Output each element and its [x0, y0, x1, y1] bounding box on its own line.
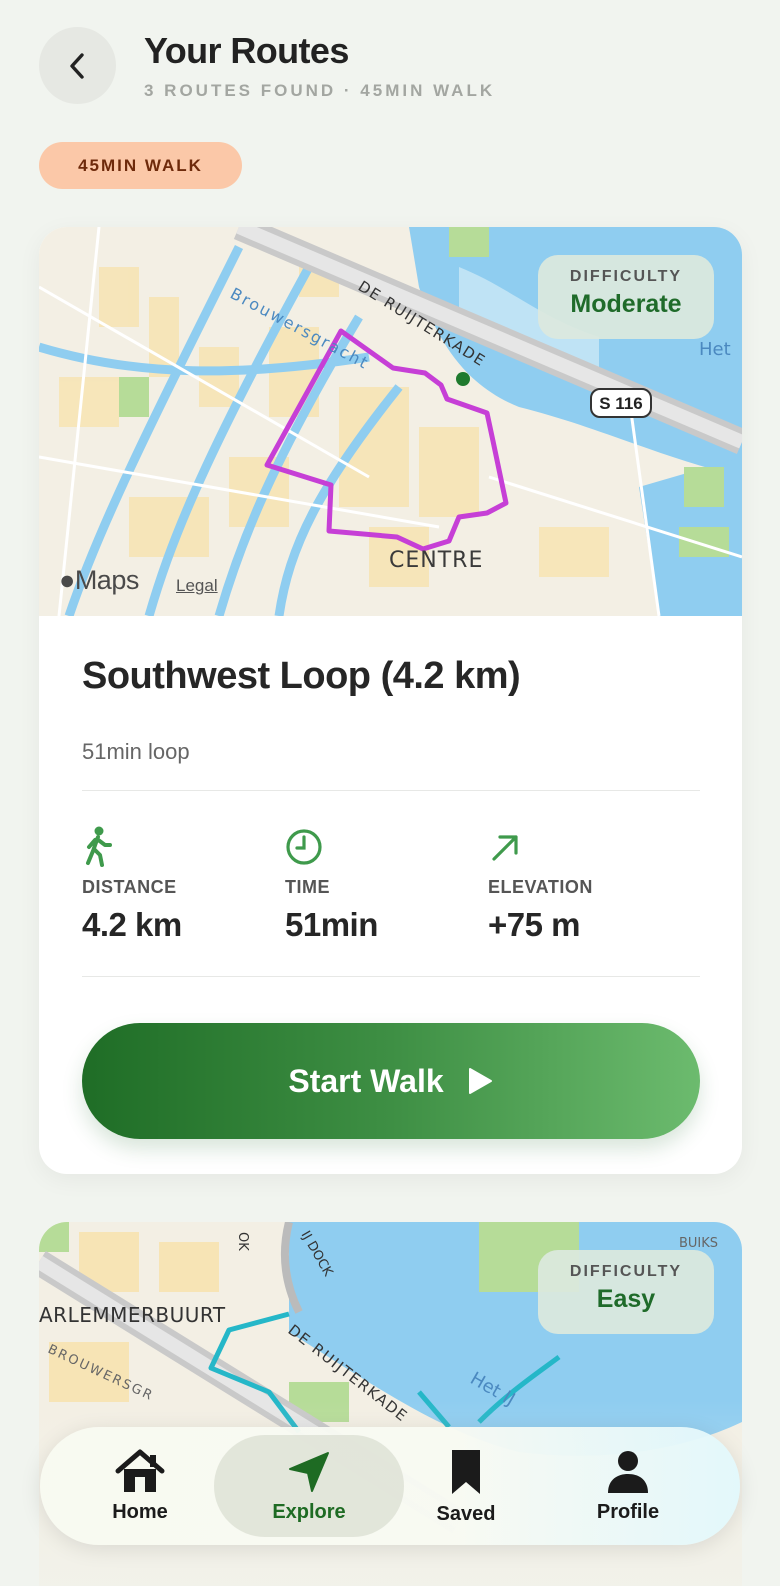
duration-filter-pill[interactable]: 45MIN WALK [39, 142, 242, 189]
navigation-arrow-icon [289, 1451, 329, 1492]
start-walk-label: Start Walk [288, 1062, 444, 1099]
divider [82, 790, 700, 791]
svg-text:BUIKS: BUIKS [679, 1236, 718, 1251]
home-icon [115, 1449, 165, 1492]
difficulty-badge: DIFFICULTY Moderate [538, 255, 714, 339]
stat-time: TIME 51min [285, 825, 378, 944]
tab-profile[interactable]: Profile [568, 1427, 688, 1545]
svg-text:S 116: S 116 [599, 394, 643, 413]
clock-icon [286, 829, 322, 865]
svg-text:Het: Het [699, 339, 731, 360]
tab-saved[interactable]: Saved [406, 1427, 526, 1545]
bookmark-icon [452, 1449, 480, 1494]
page-title: Your Routes [144, 30, 349, 71]
stat-elevation: ELEVATION +75 m [488, 825, 593, 944]
svg-text:OK: OK [235, 1232, 250, 1251]
difficulty-value: Easy [596, 1285, 656, 1313]
tab-home[interactable]: Home [80, 1427, 200, 1545]
tab-bar: Home Explore Saved Profile [40, 1427, 740, 1545]
difficulty-badge: DIFFICULTY Easy [538, 1250, 714, 1334]
start-walk-button[interactable]: Start Walk [82, 1023, 700, 1139]
divider [82, 976, 700, 977]
tab-explore[interactable]: Explore [244, 1427, 374, 1545]
route-map[interactable]: S 116 Brouwersgracht DE RUIJTERKADE CENT… [39, 227, 742, 616]
stat-distance: DISTANCE 4.2 km [82, 825, 182, 944]
person-icon [608, 1450, 648, 1493]
arrow-up-right-icon [492, 835, 518, 861]
difficulty-label: DIFFICULTY [569, 268, 683, 285]
route-description: 51min loop [82, 739, 190, 764]
svg-text:ARLEMMERBUURT: ARLEMMERBUURT [39, 1303, 226, 1327]
legal-link[interactable]: Legal [176, 576, 218, 596]
route-card[interactable]: S 116 Brouwersgracht DE RUIJTERKADE CENT… [39, 227, 742, 1174]
difficulty-label: DIFFICULTY [569, 1263, 683, 1280]
back-button[interactable] [39, 27, 116, 104]
svg-text:CENTRE: CENTRE [389, 548, 483, 573]
maps-attribution: ●Maps [59, 565, 139, 595]
apple-logo-icon: ● [59, 565, 75, 595]
chevron-left-icon [69, 52, 84, 79]
route-name: Southwest Loop (4.2 km) [82, 655, 521, 697]
walking-person-icon [86, 826, 112, 867]
difficulty-value: Moderate [570, 290, 682, 318]
play-icon [468, 1068, 492, 1094]
page-subtitle: 3 ROUTES FOUND · 45MIN WALK [144, 81, 496, 100]
